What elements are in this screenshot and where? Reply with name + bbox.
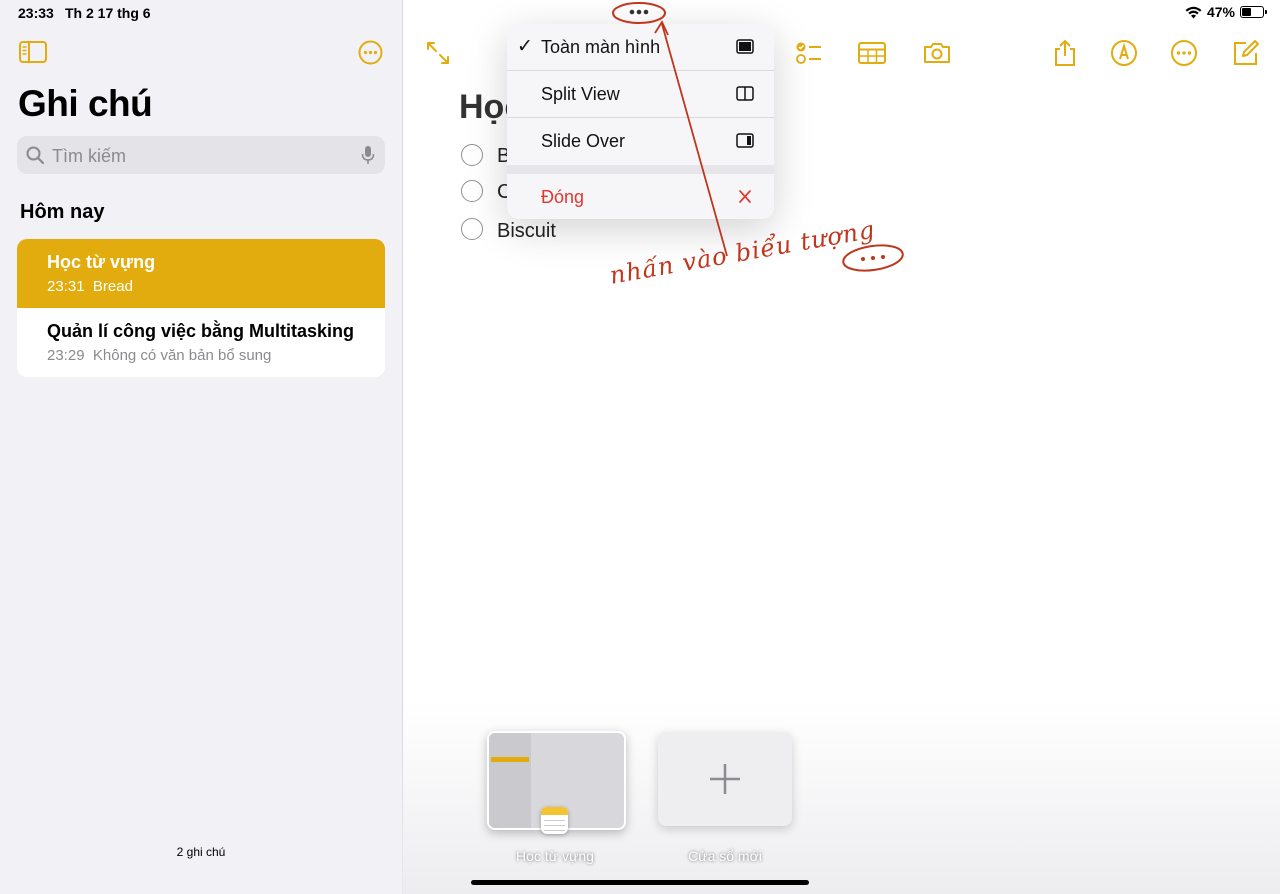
new-window-button[interactable] <box>658 732 792 826</box>
status-right: 47% <box>1185 4 1267 20</box>
compose-icon[interactable] <box>1231 38 1261 68</box>
wifi-icon <box>1185 6 1202 18</box>
section-header-today: Hôm nay <box>20 201 105 223</box>
note-meta: 23:29 Không có văn bản bổ sung <box>47 347 271 364</box>
table-icon[interactable] <box>857 38 887 68</box>
search-placeholder: Tìm kiếm <box>52 146 126 166</box>
camera-icon[interactable] <box>922 38 952 68</box>
menu-item-label: Đóng <box>541 187 585 207</box>
note-title: Quản lí công việc bằng Multitasking <box>47 321 355 341</box>
status-bar: 23:33 Th 2 17 thg 6 47% <box>0 0 1280 26</box>
menu-item-close[interactable]: Đóng <box>507 174 774 219</box>
battery-percent: 47% <box>1206 4 1235 20</box>
microphone-icon[interactable] <box>361 145 375 165</box>
notes-app-icon <box>541 807 568 834</box>
notes-sidebar: Ghi chú Tìm kiếm Hôm nay Học từ vựng 23:… <box>0 0 403 894</box>
thumbnail-label: Học từ vựng <box>516 848 594 864</box>
markup-icon[interactable] <box>1109 38 1139 68</box>
search-icon <box>26 146 44 164</box>
note-preview: Không có văn bản bổ sung <box>92 347 272 364</box>
status-date: Th 2 17 thg 6 <box>65 5 151 21</box>
checklist-icon[interactable] <box>793 38 823 68</box>
notes-count: 2 ghi chú <box>176 845 226 859</box>
note-time: 23:29 <box>47 347 85 364</box>
expand-icon[interactable] <box>423 38 453 68</box>
status-time: 23:33 <box>18 5 54 21</box>
menu-item-label: Slide Over <box>541 131 626 151</box>
multitasking-menu: ✓ Toàn màn hình Split View Slide Over Đó… <box>507 24 774 219</box>
note-meta: 23:31 Bread <box>47 278 133 295</box>
note-item-multitasking[interactable]: Quản lí công việc bằng Multitasking 23:2… <box>17 308 385 377</box>
annotation-text: nhấn vào biểu tượng <box>607 215 878 290</box>
fullscreen-icon <box>736 39 754 54</box>
menu-item-label: Split View <box>541 84 620 104</box>
sidebar-toggle-icon[interactable] <box>19 41 47 63</box>
checkmark-icon: ✓ <box>517 36 533 57</box>
slide-over-icon <box>736 133 754 148</box>
search-field[interactable]: Tìm kiếm <box>17 136 385 174</box>
new-window-label: Cửa sổ mới <box>688 848 762 864</box>
more-icon[interactable] <box>1169 38 1199 68</box>
battery-fill <box>1242 8 1251 16</box>
close-icon <box>739 190 751 203</box>
battery-icon <box>1240 6 1267 18</box>
menu-item-fullscreen[interactable]: ✓ Toàn màn hình <box>507 24 774 71</box>
checklist-item[interactable]: Biscuit <box>497 220 556 243</box>
note-title: Học từ vựng <box>47 252 156 272</box>
checklist-circle[interactable] <box>461 180 483 202</box>
menu-item-split-view[interactable]: Split View <box>507 71 774 118</box>
home-indicator[interactable] <box>471 880 809 885</box>
thumbnail-sidebar <box>489 733 531 828</box>
thumbnail-selected-row <box>491 757 529 762</box>
page-title: Ghi chú <box>18 83 153 124</box>
split-view-icon <box>736 86 754 101</box>
menu-item-label: Toàn màn hình <box>541 37 661 57</box>
checklist-circle[interactable] <box>461 144 483 166</box>
note-item-hoc-tu-vung[interactable]: Học từ vựng 23:31 Bread <box>17 239 385 308</box>
menu-item-slide-over[interactable]: Slide Over <box>507 118 774 164</box>
menu-separator <box>507 165 774 174</box>
note-preview: Bread <box>92 278 133 295</box>
plus-icon <box>710 764 740 794</box>
more-options-icon[interactable] <box>358 40 383 65</box>
share-icon[interactable] <box>1050 38 1080 68</box>
notes-list: Học từ vựng 23:31 Bread Quản lí công việ… <box>17 239 385 377</box>
note-time: 23:31 <box>47 278 85 295</box>
checklist-circle[interactable] <box>461 218 483 240</box>
